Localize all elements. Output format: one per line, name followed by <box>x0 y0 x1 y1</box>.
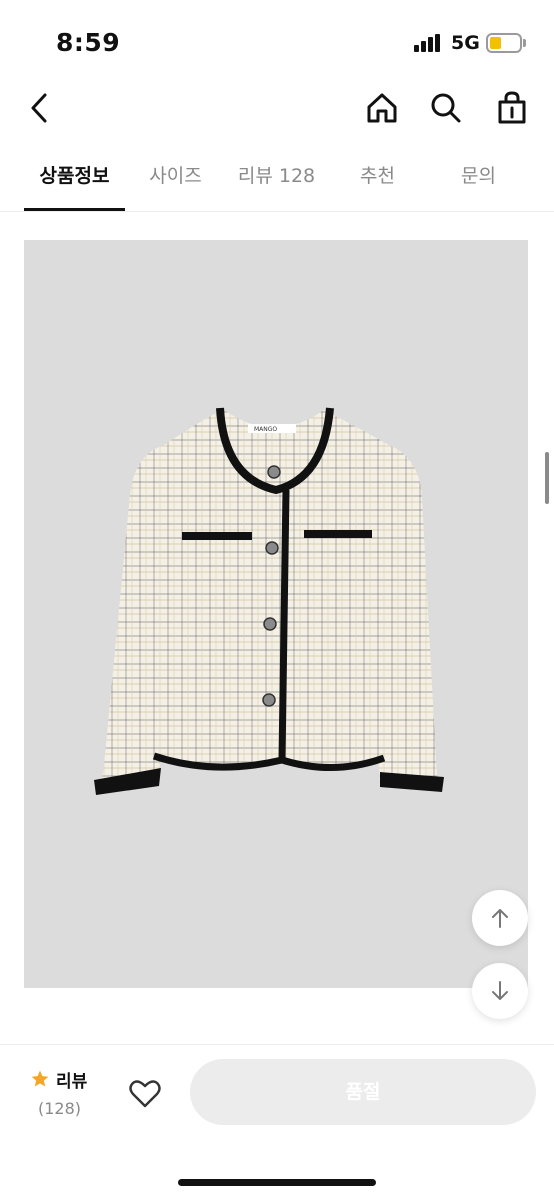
top-header <box>0 80 554 140</box>
back-button[interactable] <box>16 80 64 136</box>
scroll-up-button[interactable] <box>472 890 528 946</box>
tweed-jacket-illustration: MANGO <box>94 407 444 795</box>
signal-icon <box>414 34 442 52</box>
home-icon <box>367 93 397 123</box>
search-icon <box>431 93 461 123</box>
bottom-action-bar: 리뷰 (128) 품절 <box>0 1044 554 1200</box>
product-tabs: 상품정보 사이즈 리뷰 128 추천 문의 <box>0 150 554 212</box>
network-label: 5G <box>451 32 480 54</box>
scroll-down-button[interactable] <box>472 963 528 1019</box>
wishlist-button[interactable] <box>124 1073 166 1115</box>
star-icon <box>31 1070 49 1087</box>
jacket-label-text: MANGO <box>254 426 277 433</box>
review-count: (128) <box>38 1099 82 1118</box>
tab-product-info[interactable]: 상품정보 <box>24 150 125 212</box>
review-summary[interactable]: 리뷰 (128) <box>30 1067 110 1127</box>
cart-button[interactable] <box>488 80 536 136</box>
status-time: 8:59 <box>56 28 121 57</box>
battery-icon <box>486 33 522 53</box>
tab-size[interactable]: 사이즈 <box>125 150 226 212</box>
tab-inquiry[interactable]: 문의 <box>428 150 529 212</box>
review-label: 리뷰 <box>56 1072 88 1092</box>
arrow-down-icon <box>492 981 508 1000</box>
product-image[interactable]: MANGO <box>24 240 528 988</box>
tab-reviews[interactable]: 리뷰 128 <box>226 150 327 212</box>
sold-out-button[interactable]: 품절 <box>190 1059 536 1125</box>
shopping-bag-icon <box>498 91 526 124</box>
arrow-up-icon <box>492 909 508 928</box>
tab-active-indicator <box>24 208 125 211</box>
scrollbar[interactable] <box>545 452 549 504</box>
search-button[interactable] <box>422 80 470 136</box>
home-button[interactable] <box>358 80 406 136</box>
status-bar: 8:59 5G <box>0 0 554 80</box>
tab-recommend[interactable]: 추천 <box>327 150 428 212</box>
chevron-left-icon <box>31 93 47 123</box>
home-indicator <box>178 1179 376 1186</box>
heart-icon <box>129 1080 161 1108</box>
